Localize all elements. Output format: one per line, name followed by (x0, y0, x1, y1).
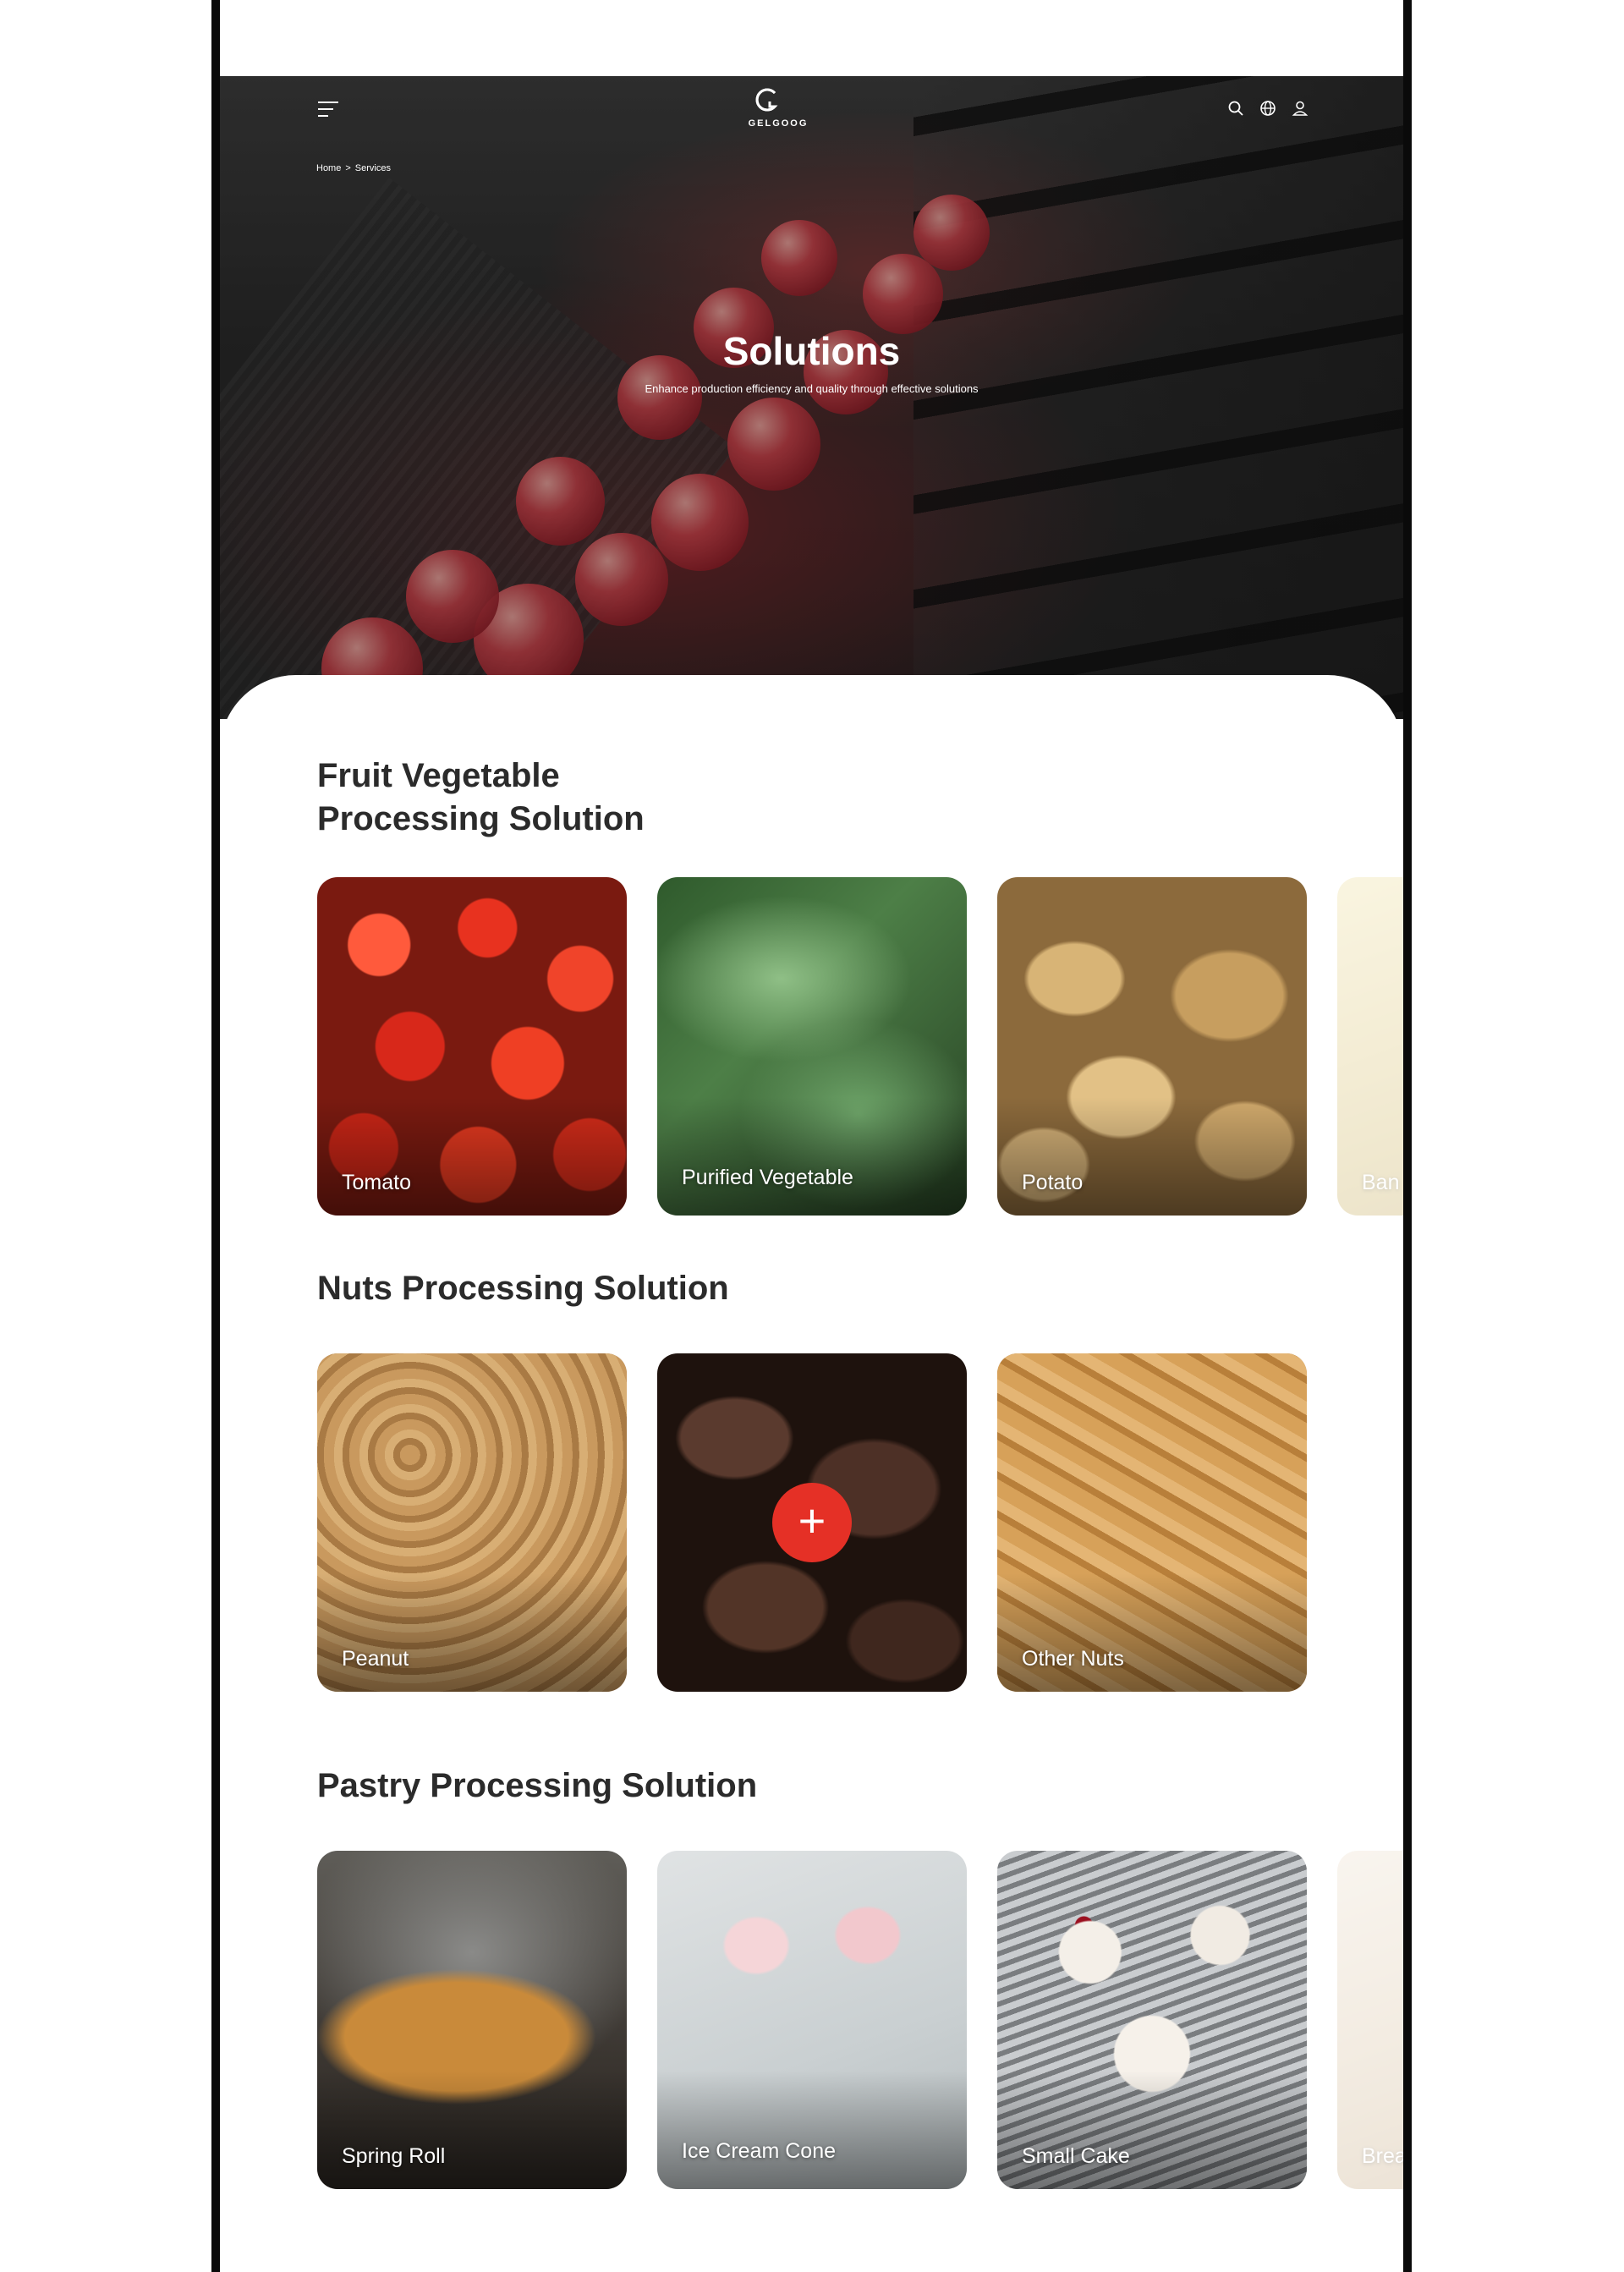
solution-card-peanut[interactable]: Peanut (317, 1353, 627, 1692)
hero-overlay (220, 76, 1403, 719)
breadcrumb-current-link[interactable]: Services (355, 163, 391, 173)
user-icon[interactable] (1291, 99, 1309, 118)
breadcrumb: Home > Services (316, 163, 391, 173)
banana-image (1337, 877, 1403, 1216)
section-title-line1: Fruit Vegetable (317, 757, 560, 794)
solution-card-ice-cream-cone[interactable]: Ice Cream Cone (657, 1851, 967, 2189)
card-gradient (657, 1097, 967, 1216)
solution-card-spring-roll[interactable]: Spring Roll (317, 1851, 627, 2189)
page-title: Solutions (722, 329, 901, 373)
solution-card-purified-vegetable[interactable]: Purified Vegetable (657, 877, 967, 1216)
card-gradient (317, 1573, 627, 1692)
main-content: Fruit Vegetable Processing Solution ‹ › … (220, 675, 1403, 2272)
frame-right-border (1403, 0, 1412, 2272)
search-icon[interactable] (1226, 99, 1245, 118)
card-gradient (317, 1097, 627, 1216)
section-title: Nuts Processing Solution (317, 1270, 729, 1307)
card-label: Spring Roll (342, 2144, 446, 2168)
solution-card-other-nuts[interactable]: Other Nuts (997, 1353, 1307, 1692)
plus-icon[interactable]: + (772, 1483, 852, 1562)
solution-card-tomato[interactable]: Tomato (317, 877, 627, 1216)
card-label: Other Nuts (1022, 1647, 1124, 1671)
card-label: Peanut (342, 1647, 409, 1671)
globe-icon[interactable] (1259, 99, 1277, 118)
menu-icon[interactable] (318, 102, 338, 118)
card-gradient (997, 1097, 1307, 1216)
bread-image (1337, 1851, 1403, 2189)
page-subtitle: Enhance production efficiency and qualit… (645, 382, 979, 395)
card-label: Ban (1362, 1171, 1400, 1194)
card-label: Ice Cream Cone (682, 2139, 837, 2163)
hero-banner (220, 76, 1403, 719)
card-gradient (997, 1573, 1307, 1692)
card-label: Purified Vegetable (682, 1166, 853, 1189)
chevron-right-icon: > (345, 163, 351, 173)
brand-logo[interactable]: GELGOOG (743, 85, 814, 135)
section-pastry: Pastry Processing Solution ‹ › Spring Ro… (317, 1767, 1403, 2247)
page: GELGOOG Home > Services Solutions Enhance … (220, 0, 1403, 2272)
card-gradient (997, 2071, 1307, 2189)
solution-card-bread[interactable]: Brea (1337, 1851, 1403, 2189)
card-gradient (317, 2071, 627, 2189)
solution-card-small-cake[interactable]: Small Cake (997, 1851, 1307, 2189)
card-label: Tomato (342, 1171, 411, 1194)
solution-card-banana[interactable]: Ban (1337, 877, 1403, 1216)
section-title-line2: Processing Solution (317, 800, 645, 837)
solution-card-potato[interactable]: Potato (997, 877, 1307, 1216)
brand-name: GELGOOG (748, 118, 809, 129)
section-title: Pastry Processing Solution (317, 1767, 758, 1804)
section-nuts: Nuts Processing Solution ‹ › Peanut + Ot… (317, 1270, 1403, 1715)
solution-card-more[interactable]: + (657, 1353, 967, 1692)
section-fruit-vegetable: Fruit Vegetable Processing Solution ‹ › … (317, 755, 1403, 1228)
card-gradient (657, 2071, 967, 2189)
frame-left-border (211, 0, 220, 2272)
breadcrumb-home-link[interactable]: Home (316, 163, 341, 173)
section-title: Fruit Vegetable Processing Solution (317, 755, 645, 841)
card-label: Brea (1362, 2144, 1403, 2168)
logo-mark-icon (755, 88, 778, 112)
card-label: Small Cake (1022, 2144, 1130, 2168)
card-label: Potato (1022, 1171, 1084, 1194)
